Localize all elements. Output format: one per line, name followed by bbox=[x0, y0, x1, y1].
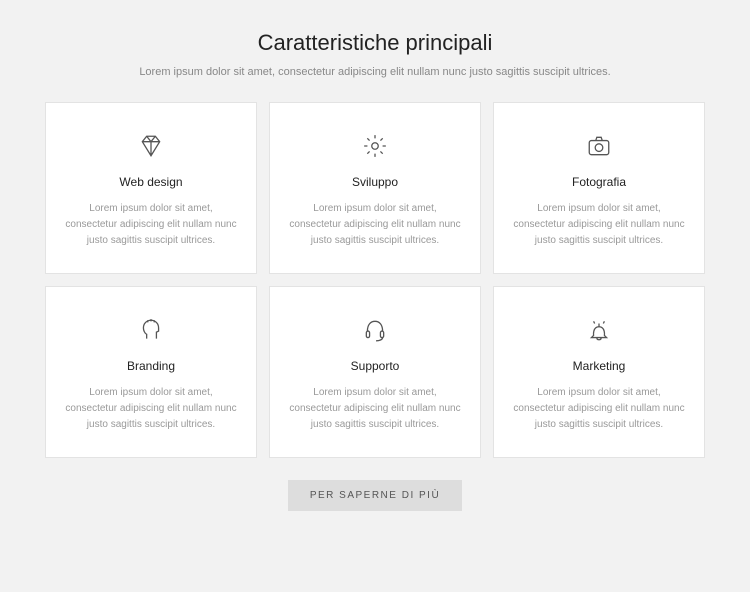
head-icon bbox=[64, 315, 238, 345]
gear-icon bbox=[288, 131, 462, 161]
card-text: Lorem ipsum dolor sit amet, consectetur … bbox=[288, 201, 462, 249]
card-marketing: Marketing Lorem ipsum dolor sit amet, co… bbox=[493, 286, 705, 458]
card-web-design: Web design Lorem ipsum dolor sit amet, c… bbox=[45, 102, 257, 274]
features-grid: Web design Lorem ipsum dolor sit amet, c… bbox=[45, 102, 705, 458]
page-title: Caratteristiche principali bbox=[45, 30, 705, 56]
camera-icon bbox=[512, 131, 686, 161]
card-text: Lorem ipsum dolor sit amet, consectetur … bbox=[512, 385, 686, 433]
card-title: Supporto bbox=[288, 359, 462, 373]
card-branding: Branding Lorem ipsum dolor sit amet, con… bbox=[45, 286, 257, 458]
bell-icon bbox=[512, 315, 686, 345]
learn-more-button[interactable]: PER SAPERNE DI PIÙ bbox=[288, 480, 462, 511]
card-text: Lorem ipsum dolor sit amet, consectetur … bbox=[512, 201, 686, 249]
header: Caratteristiche principali Lorem ipsum d… bbox=[45, 30, 705, 78]
card-fotografia: Fotografia Lorem ipsum dolor sit amet, c… bbox=[493, 102, 705, 274]
card-title: Web design bbox=[64, 175, 238, 189]
diamond-icon bbox=[64, 131, 238, 161]
card-text: Lorem ipsum dolor sit amet, consectetur … bbox=[64, 385, 238, 433]
card-sviluppo: Sviluppo Lorem ipsum dolor sit amet, con… bbox=[269, 102, 481, 274]
card-title: Fotografia bbox=[512, 175, 686, 189]
card-title: Sviluppo bbox=[288, 175, 462, 189]
headset-icon bbox=[288, 315, 462, 345]
card-text: Lorem ipsum dolor sit amet, consectetur … bbox=[288, 385, 462, 433]
page-subtitle: Lorem ipsum dolor sit amet, consectetur … bbox=[45, 66, 705, 78]
card-supporto: Supporto Lorem ipsum dolor sit amet, con… bbox=[269, 286, 481, 458]
card-title: Branding bbox=[64, 359, 238, 373]
footer: PER SAPERNE DI PIÙ bbox=[45, 480, 705, 511]
card-text: Lorem ipsum dolor sit amet, consectetur … bbox=[64, 201, 238, 249]
card-title: Marketing bbox=[512, 359, 686, 373]
